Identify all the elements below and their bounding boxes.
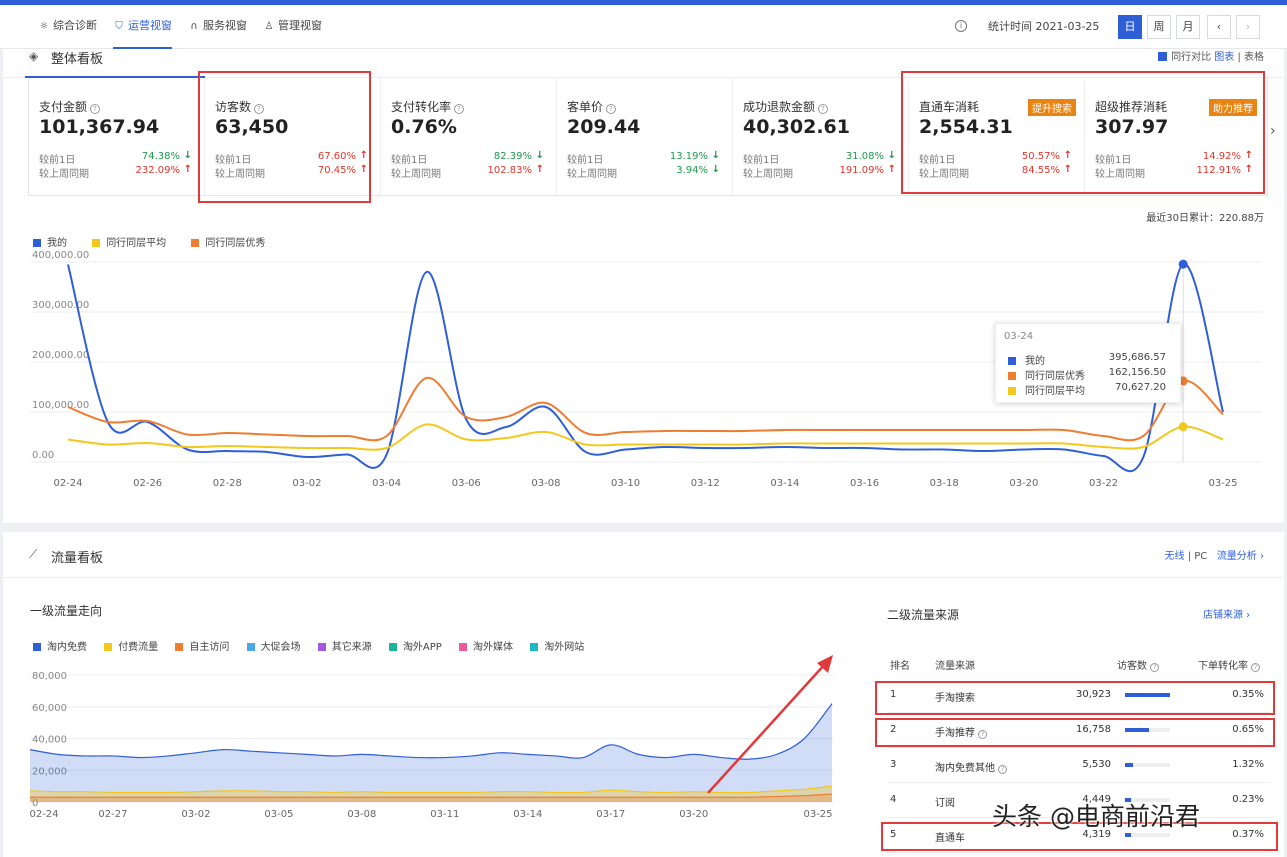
watermark: 头条 @电商前沿君 xyxy=(992,802,1200,831)
annotation-arrow xyxy=(707,655,833,794)
